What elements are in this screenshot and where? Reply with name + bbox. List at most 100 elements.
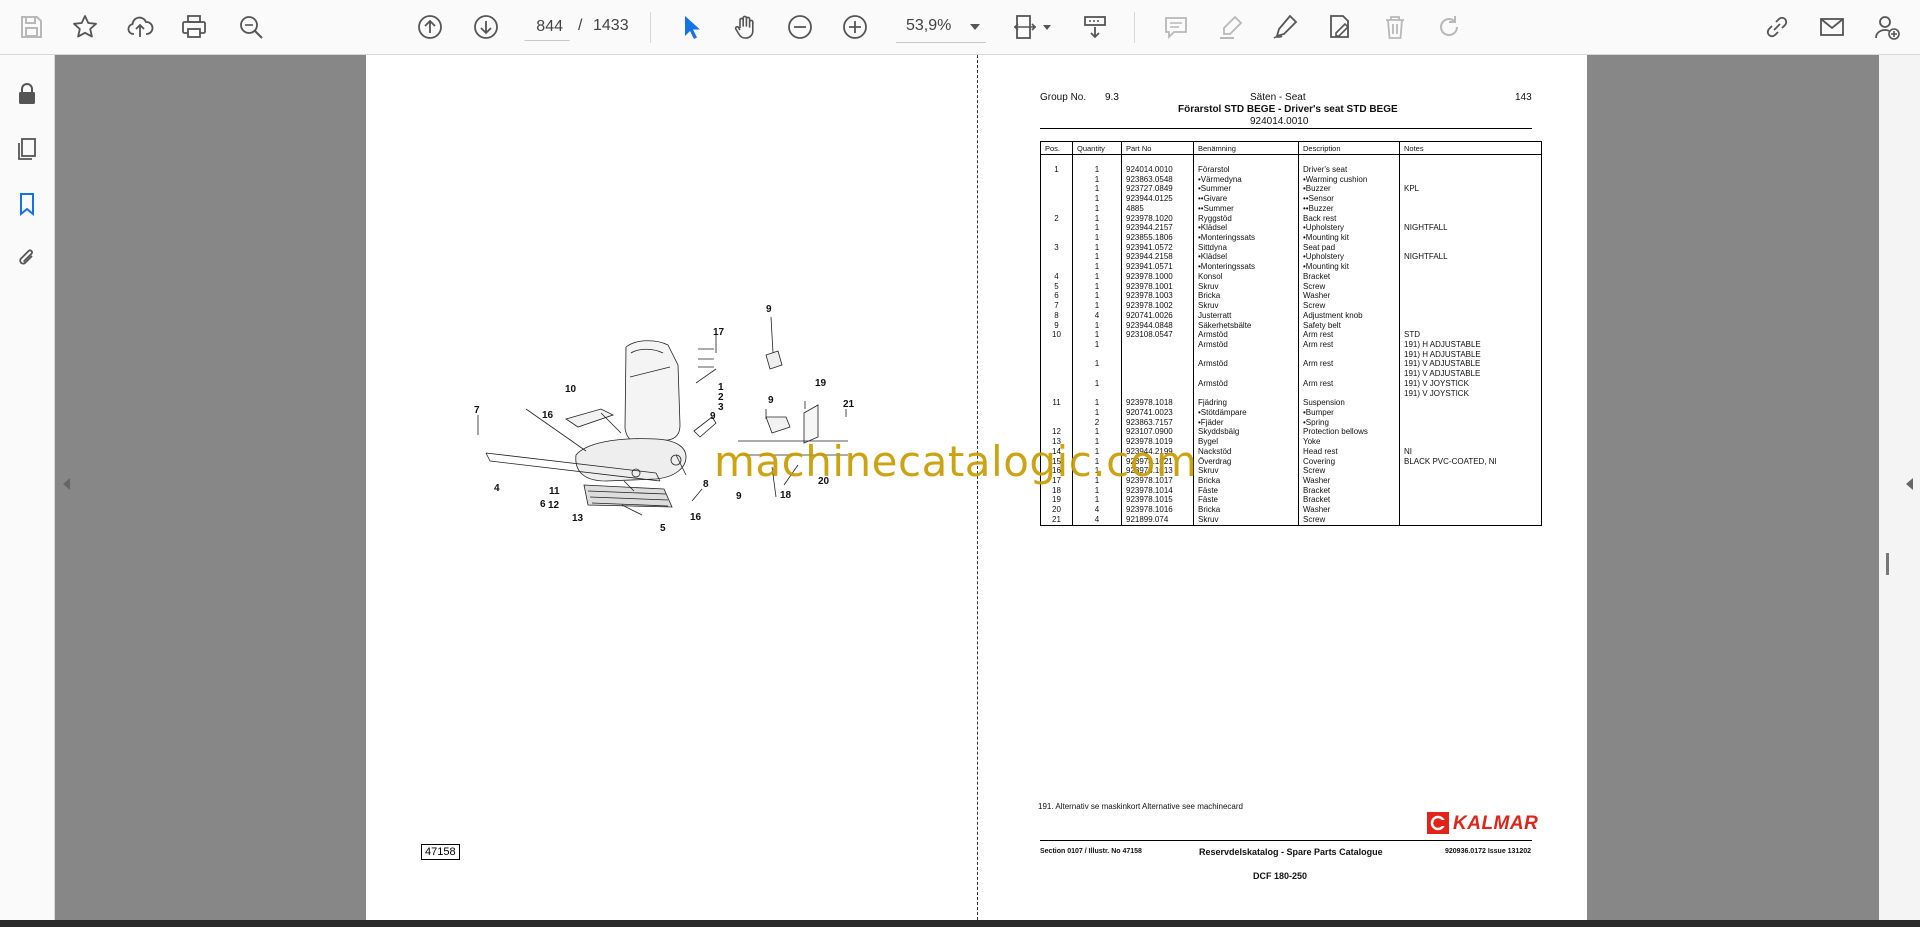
page-fit-chevron-icon[interactable]: [1043, 25, 1051, 30]
collapse-left-panel-icon[interactable]: [63, 478, 70, 490]
table-cell: Arm rest: [1298, 378, 1400, 389]
table-cell: Bricka: [1193, 505, 1299, 515]
table-cell: Skruv: [1193, 281, 1299, 292]
page-divider: [977, 55, 978, 920]
table-cell: 19: [1040, 495, 1073, 506]
save-icon[interactable]: [14, 10, 48, 44]
table-cell: [1040, 349, 1073, 360]
table-cell: ••Givare: [1193, 194, 1299, 204]
print-icon[interactable]: [177, 10, 211, 44]
table-cell: 1: [1072, 184, 1122, 195]
table-cell: Screw: [1298, 301, 1400, 311]
table-cell: •Warming cushion: [1298, 174, 1400, 185]
table-row: 6 1 923978.1003 Bricka Washer: [1040, 291, 1542, 302]
table-cell: 20: [1040, 505, 1073, 515]
callout-label: 13: [572, 513, 584, 524]
table-cell: [1040, 339, 1073, 350]
zoom-out-icon[interactable]: [783, 10, 817, 44]
table-cell: 1: [1072, 291, 1122, 302]
table-row: 2 1 923978.1020 Ryggstöd Back rest: [1040, 213, 1542, 224]
zoom-level-dropdown[interactable]: 53,9%: [896, 12, 986, 43]
delete-icon[interactable]: [1378, 10, 1412, 44]
table-cell: Skruv: [1193, 514, 1299, 526]
table-cell: Arm rest: [1298, 359, 1400, 370]
table-cell: [1399, 262, 1542, 272]
upload-cloud-icon[interactable]: [123, 10, 157, 44]
table-cell: 923978.1003: [1121, 291, 1194, 302]
table-cell: •Bumper: [1298, 407, 1400, 418]
hand-tool-icon[interactable]: [729, 10, 763, 44]
attachments-icon[interactable]: [10, 241, 44, 275]
email-icon[interactable]: [1815, 10, 1849, 44]
table-cell: 923978.1020: [1121, 213, 1194, 224]
seat-exploded-illustration: [477, 316, 848, 516]
table-cell: 7: [1040, 301, 1073, 311]
expand-right-panel-icon[interactable]: [1906, 478, 1913, 490]
table-row: 1 923855.1806 •Monteringssats •Mounting kit: [1040, 233, 1542, 243]
find-zoom-icon[interactable]: [234, 10, 268, 44]
table-cell: Safety belt: [1298, 320, 1400, 331]
highlight-icon[interactable]: [1214, 10, 1248, 44]
table-cell: 10: [1040, 330, 1073, 340]
comment-icon[interactable]: [1159, 10, 1193, 44]
table-cell: [1399, 505, 1542, 515]
table-cell: Suspension: [1298, 398, 1400, 408]
table-cell: 923978.1018: [1121, 398, 1194, 408]
callout-label: 4: [494, 483, 500, 494]
previous-page-icon[interactable]: [413, 10, 447, 44]
callout-label: 10: [565, 384, 577, 395]
table-cell: Bricka: [1193, 291, 1299, 302]
table-cell: 923863.0548: [1121, 174, 1194, 185]
table-cell: [1399, 476, 1542, 486]
draw-pen-icon[interactable]: [1268, 10, 1302, 44]
table-cell: [1121, 359, 1194, 370]
table-row: 7 1 923978.1002 Skruv Screw: [1040, 301, 1542, 311]
page-thumbnails-icon[interactable]: [10, 132, 44, 166]
table-cell: 923978.1014: [1121, 485, 1194, 496]
table-cell: [1193, 349, 1299, 360]
table-cell: Washer: [1298, 291, 1400, 302]
table-cell: 1: [1072, 252, 1122, 263]
table-row: 19 1 923978.1015 Fäste Bracket: [1040, 495, 1542, 506]
table-cell: Armstöd: [1193, 378, 1299, 389]
footer-model: DCF 180-250: [1253, 871, 1308, 881]
table-cell: [1399, 271, 1542, 282]
redo-icon[interactable]: [1433, 10, 1467, 44]
table-cell: [1121, 349, 1194, 360]
table-cell: 1: [1072, 281, 1122, 292]
table-cell: 18: [1040, 485, 1073, 496]
table-cell: [1399, 194, 1542, 204]
main-toolbar: / 1433 53,9%: [0, 0, 1920, 55]
document-viewport[interactable]: [55, 55, 1879, 927]
table-row: 191) V ADJUSTABLE: [1040, 369, 1542, 379]
right-scroll-panel[interactable]: [1879, 55, 1920, 927]
scroll-mode-icon[interactable]: [1078, 10, 1112, 44]
page-fit-icon[interactable]: [1008, 10, 1042, 44]
table-cell: [1399, 233, 1542, 243]
table-cell: 923108.0547: [1121, 330, 1194, 340]
scrollbar-thumb[interactable]: [1886, 553, 1889, 575]
table-cell: Bygel: [1193, 437, 1299, 447]
table-cell: Fäste: [1193, 485, 1299, 496]
table-cell: •Fjäder: [1193, 417, 1299, 428]
column-header: Description: [1298, 141, 1400, 155]
table-row: 11 1 923978.1018 Fjädring Suspension: [1040, 398, 1542, 408]
fill-sign-icon[interactable]: [1323, 10, 1357, 44]
table-cell: •Mounting kit: [1298, 262, 1400, 272]
table-cell: 3: [1040, 242, 1073, 253]
table-cell: Justerratt: [1193, 310, 1299, 321]
table-row: 18 1 923978.1014 Fäste Bracket: [1040, 485, 1542, 496]
bookmarks-icon[interactable]: [10, 187, 44, 221]
bookmark-star-icon[interactable]: [68, 10, 102, 44]
select-cursor-icon[interactable]: [674, 10, 708, 44]
footer-doc-code: 920936.0172 Issue 131202: [1445, 848, 1532, 855]
zoom-in-icon[interactable]: [838, 10, 872, 44]
lock-icon[interactable]: [10, 77, 44, 111]
page-number-input[interactable]: [524, 13, 570, 41]
account-icon[interactable]: [1870, 10, 1904, 44]
share-link-icon[interactable]: [1760, 10, 1794, 44]
table-cell: [1040, 378, 1073, 389]
table-cell: 9: [1040, 320, 1073, 331]
table-cell: [1298, 369, 1400, 379]
next-page-icon[interactable]: [469, 10, 503, 44]
